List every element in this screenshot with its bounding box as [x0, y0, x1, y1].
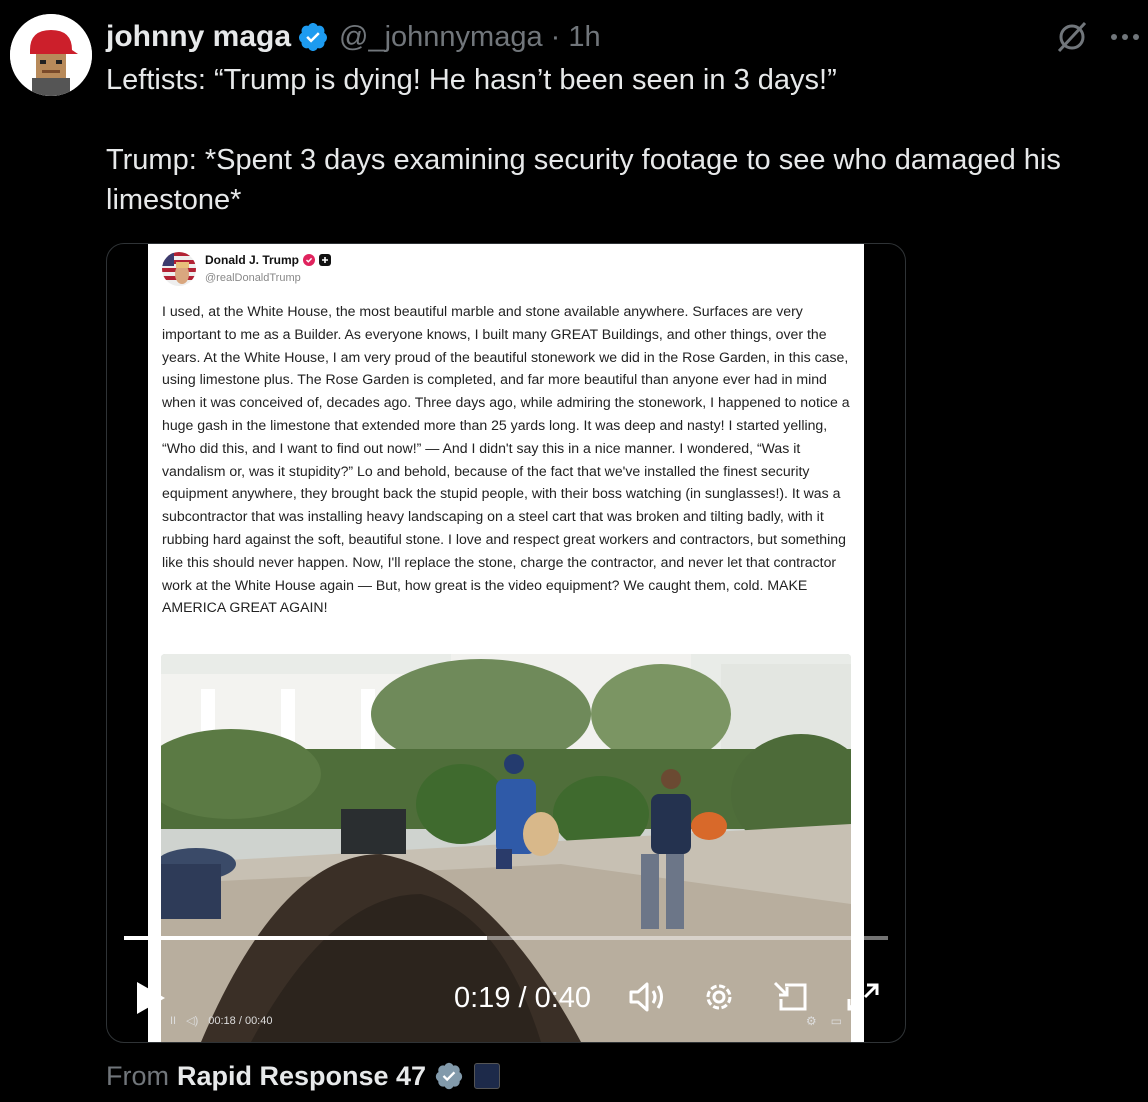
verified-icon — [299, 23, 328, 51]
volume-icon[interactable] — [627, 979, 667, 1015]
source-name[interactable]: Rapid Response 47 — [177, 1061, 426, 1092]
verified-icon — [435, 1062, 463, 1090]
author-name[interactable]: johnny maga — [106, 20, 291, 54]
more-icon[interactable] — [1110, 32, 1140, 42]
settings-icon[interactable] — [699, 979, 739, 1015]
tweet-text: Leftists: “Trump is dying! He hasn’t bee… — [106, 64, 1061, 216]
follow-icon — [319, 254, 332, 266]
affiliate-badge-icon[interactable] — [474, 1063, 501, 1089]
embedded-avatar — [162, 252, 196, 286]
video-source: From Rapid Response 47 — [106, 1058, 501, 1094]
play-icon[interactable] — [133, 980, 167, 1016]
video-player[interactable]: Donald J. Trump @realDonaldTrump I used,… — [106, 243, 906, 1043]
tweet-header: johnny maga @_johnnymaga · 1h — [106, 18, 601, 56]
video-control-icons — [627, 979, 883, 1015]
embedded-post-body: I used, at the White House, the most bea… — [162, 303, 850, 616]
source-prefix: From — [106, 1060, 169, 1091]
video-progress-bar[interactable] — [124, 936, 888, 940]
author-avatar[interactable] — [10, 14, 92, 96]
top-actions — [1054, 20, 1140, 54]
video-time: 0:19 / 0:40 — [454, 982, 592, 1014]
verified-badge-icon — [303, 254, 316, 266]
embedded-author: Donald J. Trump — [205, 253, 332, 267]
embedded-post-screenshot: Donald J. Trump @realDonaldTrump I used,… — [148, 244, 864, 1042]
grok-icon[interactable] — [1054, 20, 1090, 54]
author-handle-time[interactable]: @_johnnymaga · 1h — [339, 21, 601, 54]
pip-icon[interactable] — [771, 979, 811, 1015]
video-progress-fill — [124, 936, 487, 940]
embedded-handle: @realDonaldTrump — [205, 272, 301, 284]
video-controls: 0:19 / 0:40 — [133, 976, 883, 1020]
fullscreen-icon[interactable] — [843, 979, 883, 1015]
embedded-author-name: Donald J. Trump — [205, 253, 300, 267]
